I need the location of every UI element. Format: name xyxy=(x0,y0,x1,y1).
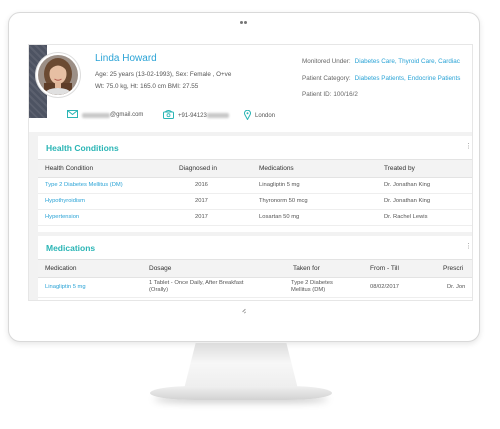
brand-mark-icon xyxy=(241,308,247,314)
dosage-cell: 1 Tablet - Once Daily, After Breakfast (… xyxy=(149,280,244,294)
email-domain: @gmail.com xyxy=(110,112,144,118)
monitored-under: Monitored Under: Diabetes Care, Thyroid C… xyxy=(302,58,460,65)
phone-redacted xyxy=(206,113,229,118)
location-value: London xyxy=(255,113,276,119)
patient-category-value[interactable]: Diabetes Patients, Endocrine Patients xyxy=(355,75,461,82)
location-pin-icon xyxy=(244,109,251,122)
table-row[interactable]: Type 2 Diabetes Mellitus (DM) 2016 Linag… xyxy=(38,178,472,194)
contact-phone[interactable]: +91-94123 xyxy=(163,110,229,121)
contact-location: London xyxy=(244,109,276,122)
doctor-cell: Dr. Jonathan King xyxy=(384,198,431,204)
column-header[interactable]: Dosage xyxy=(149,265,171,272)
table-header: Medication Dosage Taken for From - Till … xyxy=(38,259,472,278)
patient-id: Patient ID: 100/16/2 xyxy=(302,91,358,98)
medication-cell: Losartan 50 mg xyxy=(259,214,300,220)
column-header[interactable]: Prescri xyxy=(443,265,463,272)
medication-cell: Linagliptin 5 mg xyxy=(259,182,300,188)
table-row[interactable]: Linagliptin 5 mg 1 Tablet - Once Daily, … xyxy=(38,278,472,298)
monitor-base xyxy=(150,386,332,400)
avatar[interactable] xyxy=(36,53,80,97)
doctor-cell: Dr. Jonathan King xyxy=(384,182,431,188)
table-header: Health Condition Diagnosed in Medication… xyxy=(38,159,472,178)
dosage-line: 1 Tablet - Once Daily, After Breakfast xyxy=(149,280,244,286)
column-header[interactable]: Health Condition xyxy=(45,165,93,172)
column-header[interactable]: Treated by xyxy=(384,165,415,172)
patient-id-label: Patient ID: xyxy=(302,91,332,98)
monitor-frame: Linda Howard Age: 25 years (13-02-1993),… xyxy=(8,12,480,342)
medication-link[interactable]: Linagliptin 5 mg xyxy=(45,284,86,290)
monitored-under-value[interactable]: Diabetes Care, Thyroid Care, Cardiac xyxy=(355,58,460,65)
patient-profile-card: Linda Howard Age: 25 years (13-02-1993),… xyxy=(29,45,472,132)
column-header[interactable]: Taken for xyxy=(293,265,320,272)
patient-category: Patient Category: Diabetes Patients, Endo… xyxy=(302,75,460,82)
camera-icon xyxy=(240,20,248,25)
email-icon xyxy=(67,110,78,120)
column-header[interactable]: Diagnosed in xyxy=(179,165,217,172)
diagnosed-year: 2017 xyxy=(195,214,208,220)
more-icon[interactable]: ⋮ xyxy=(465,242,472,250)
column-header[interactable]: From - Till xyxy=(370,265,399,272)
patient-category-label: Patient Category: xyxy=(302,75,351,82)
monitored-under-label: Monitored Under: xyxy=(302,58,351,65)
phone-prefix: +91-94123 xyxy=(178,112,207,119)
condition-link[interactable]: Hypothyroidism xyxy=(45,198,85,204)
table-row[interactable]: Hypertension 2017 Losartan 50 mg Dr. Rac… xyxy=(38,210,472,226)
patient-name: Linda Howard xyxy=(95,53,157,64)
patient-vitals: Wt: 75.0 kg, Ht: 165.0 cm BMI: 27.55 xyxy=(95,83,199,90)
contact-email[interactable]: @gmail.com xyxy=(67,110,143,120)
condition-link[interactable]: Type 2 Diabetes Mellitus (DM) xyxy=(45,182,123,188)
phone-icon xyxy=(163,110,174,121)
patient-id-value: 100/16/2 xyxy=(333,91,358,98)
more-icon[interactable]: ⋮ xyxy=(465,142,472,150)
patient-age-sex: Age: 25 years (13-02-1993), Sex: Female … xyxy=(95,71,232,78)
condition-link[interactable]: Hypertension xyxy=(45,214,79,220)
taken-for-line: Mellitus (DM) xyxy=(291,287,326,293)
from-date: 08/02/2017 xyxy=(370,284,400,290)
medication-cell: Thyronorm 50 mcg xyxy=(259,198,308,204)
column-header[interactable]: Medications xyxy=(259,165,294,172)
section-title: Health Conditions xyxy=(46,143,119,153)
diagnosed-year: 2017 xyxy=(195,198,208,204)
column-header[interactable]: Medication xyxy=(45,265,76,272)
health-conditions-section: Health Conditions ⋮ Health Condition Dia… xyxy=(38,136,472,232)
email-redacted xyxy=(82,112,110,118)
doctor-cell: Dr. Rachel Lewis xyxy=(384,214,428,220)
table-row[interactable]: Hypothyroidism 2017 Thyronorm 50 mcg Dr.… xyxy=(38,194,472,210)
diagnosed-year: 2016 xyxy=(195,182,208,188)
taken-for-cell: Type 2 Diabetes Mellitus (DM) xyxy=(291,280,333,294)
section-title: Medications xyxy=(46,243,96,253)
prescriber-cell: Dr. Jon xyxy=(447,284,466,290)
medications-section: Medications ⋮ Medication Dosage Taken fo… xyxy=(38,236,472,300)
app-screen: Linda Howard Age: 25 years (13-02-1993),… xyxy=(28,44,473,301)
taken-for-line: Type 2 Diabetes xyxy=(291,280,333,286)
dosage-line: (Orally) xyxy=(149,287,168,293)
